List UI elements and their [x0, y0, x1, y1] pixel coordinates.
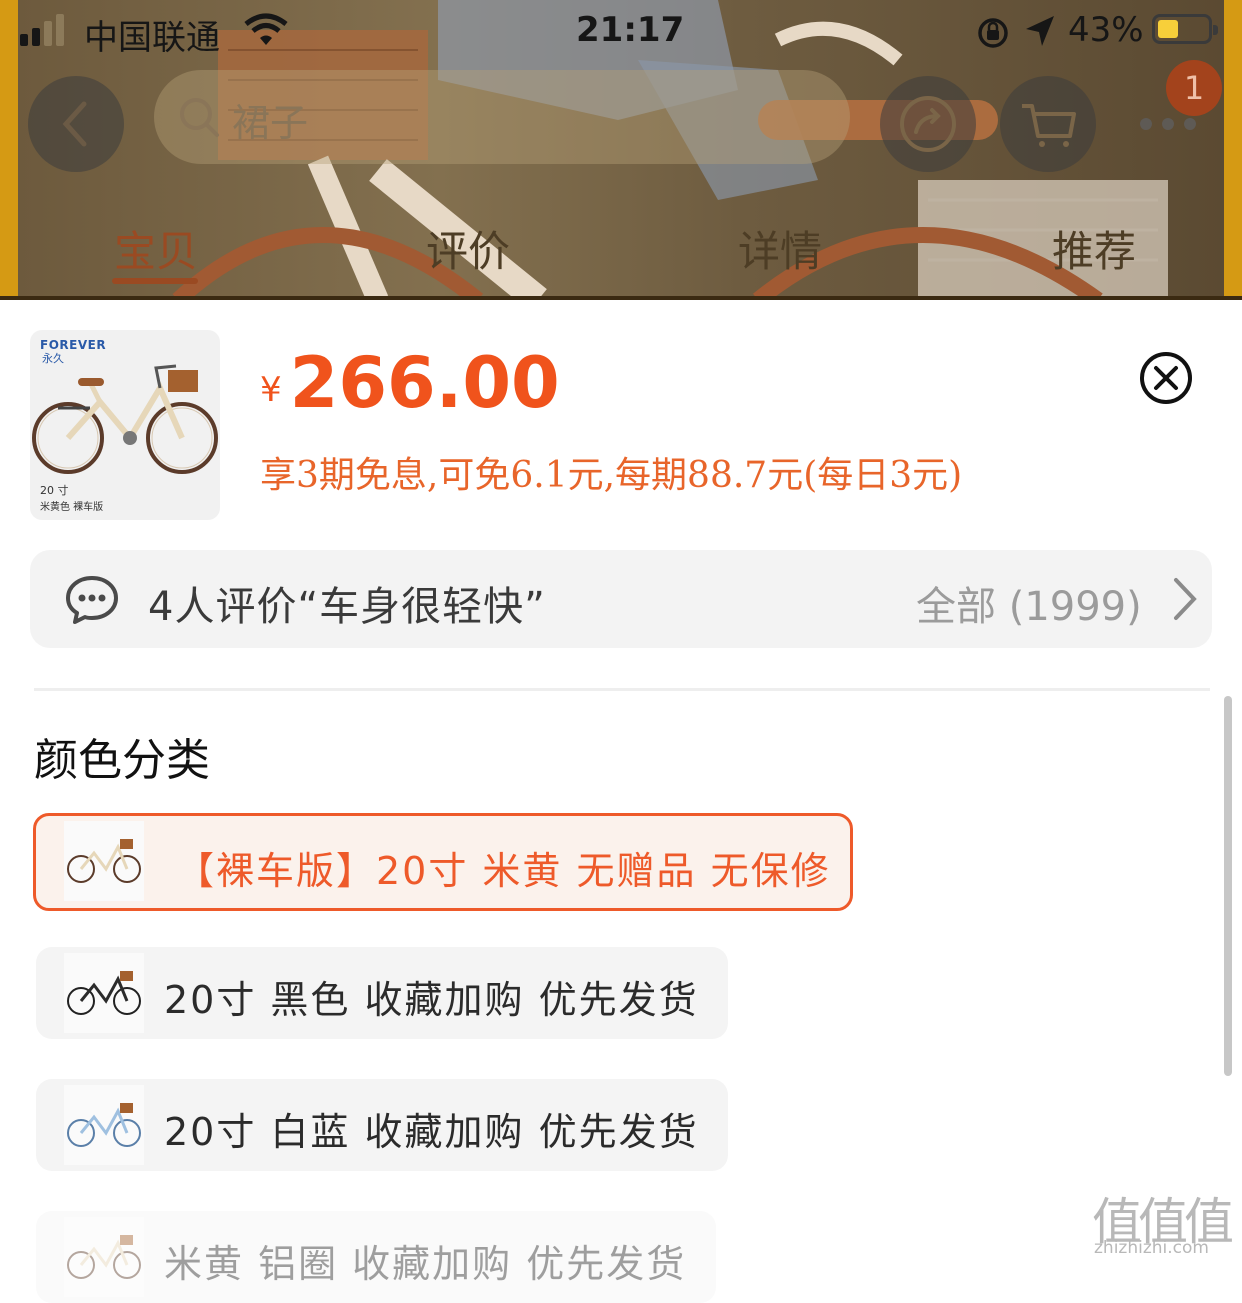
- bicycle-image: [32, 364, 218, 474]
- wifi-icon: [244, 13, 288, 45]
- sku-sheet: FOREVER 永久 20 寸 米黄色 裸车版 ¥266.00 享3期免息,可免…: [0, 300, 1242, 1303]
- tab-reviews[interactable]: 评价: [426, 218, 510, 279]
- section-divider: [34, 688, 1210, 691]
- color-category-title: 颜色分类: [34, 735, 210, 786]
- sku-option-label: 20寸 黑色 收藏加购 优先发货: [164, 978, 699, 1022]
- review-summary-bar[interactable]: 4人评价“车身很轻快” 全部 (1999): [30, 550, 1212, 648]
- bicycle-image: [67, 839, 141, 883]
- sku-option-label: 【裸车版】20寸 米黄 无赠品 无保修: [176, 849, 831, 893]
- thumbnail-caption-variant: 米黄色 裸车版: [40, 502, 104, 513]
- share-button[interactable]: [880, 76, 976, 172]
- sku-option[interactable]: 20寸 黑色 收藏加购 优先发货: [36, 947, 728, 1039]
- all-reviews-link[interactable]: 全部 (1999): [916, 574, 1142, 632]
- watermark-url: zhizhizhi.com: [1094, 1238, 1209, 1258]
- signal-icon: [20, 14, 64, 46]
- scrollbar[interactable]: [1224, 696, 1232, 1076]
- back-icon: [62, 101, 87, 147]
- sku-option-label: 米黄 铝圈 收藏加购 优先发货: [164, 1242, 687, 1286]
- thumbnail-caption-size: 20 寸: [40, 484, 69, 497]
- price-amount: 266.00: [289, 342, 560, 424]
- currency-symbol: ¥: [260, 370, 282, 410]
- battery-icon: [1152, 14, 1218, 44]
- watermark: 值值值 zhizhizhi.com: [1092, 1182, 1238, 1258]
- rotation-lock-icon: [978, 18, 1008, 48]
- sku-option-thumbnail: [64, 953, 144, 1033]
- battery-percent: 43%: [1068, 10, 1144, 50]
- search-bar[interactable]: 裙子: [154, 70, 850, 164]
- share-icon: [900, 96, 956, 152]
- bicycle-image: [67, 971, 141, 1015]
- review-summary-text: 4人评价“车身很轻快”: [148, 584, 546, 630]
- sku-option-label: 20寸 白蓝 收藏加购 优先发货: [164, 1110, 699, 1154]
- sku-option-thumbnail: [64, 1217, 144, 1297]
- bicycle-image: [67, 1235, 141, 1279]
- price: ¥266.00: [260, 342, 560, 424]
- cart-button[interactable]: [1000, 76, 1096, 172]
- sku-option-thumbnail: [64, 821, 144, 901]
- installment-info: 享3期免息,可免6.1元,每期88.7元(每日3元): [260, 455, 963, 496]
- sku-option[interactable]: 米黄 铝圈 收藏加购 优先发货: [36, 1211, 716, 1303]
- clock: 21:17: [576, 10, 685, 50]
- product-thumbnail[interactable]: FOREVER 永久 20 寸 米黄色 裸车版: [30, 330, 220, 520]
- chat-bubble-icon: [66, 576, 118, 624]
- tab-item[interactable]: 宝贝: [114, 218, 198, 279]
- sku-option-selected[interactable]: 【裸车版】20寸 米黄 无赠品 无保修: [33, 813, 853, 911]
- battery-nub: [1213, 25, 1218, 35]
- battery-level: [1158, 20, 1178, 38]
- status-bar: 中国联通 21:17 43%: [0, 0, 1242, 64]
- back-button[interactable]: [28, 76, 124, 172]
- cart-count-badge: 1: [1166, 60, 1222, 116]
- sku-option-thumbnail: [64, 1085, 144, 1165]
- active-tab-indicator: [112, 278, 198, 284]
- sku-option[interactable]: 20寸 白蓝 收藏加购 优先发货: [36, 1079, 728, 1171]
- close-button[interactable]: [1138, 350, 1194, 406]
- location-icon: [1026, 16, 1054, 46]
- tab-details[interactable]: 详情: [738, 218, 822, 279]
- chevron-right-icon: [1174, 578, 1197, 620]
- cart-icon: [1022, 104, 1076, 147]
- search-icon: [180, 98, 219, 137]
- tab-recommend[interactable]: 推荐: [1052, 218, 1136, 279]
- search-placeholder: 裙子: [232, 101, 309, 145]
- bicycle-image: [67, 1103, 141, 1147]
- carrier-name: 中国联通: [84, 18, 220, 58]
